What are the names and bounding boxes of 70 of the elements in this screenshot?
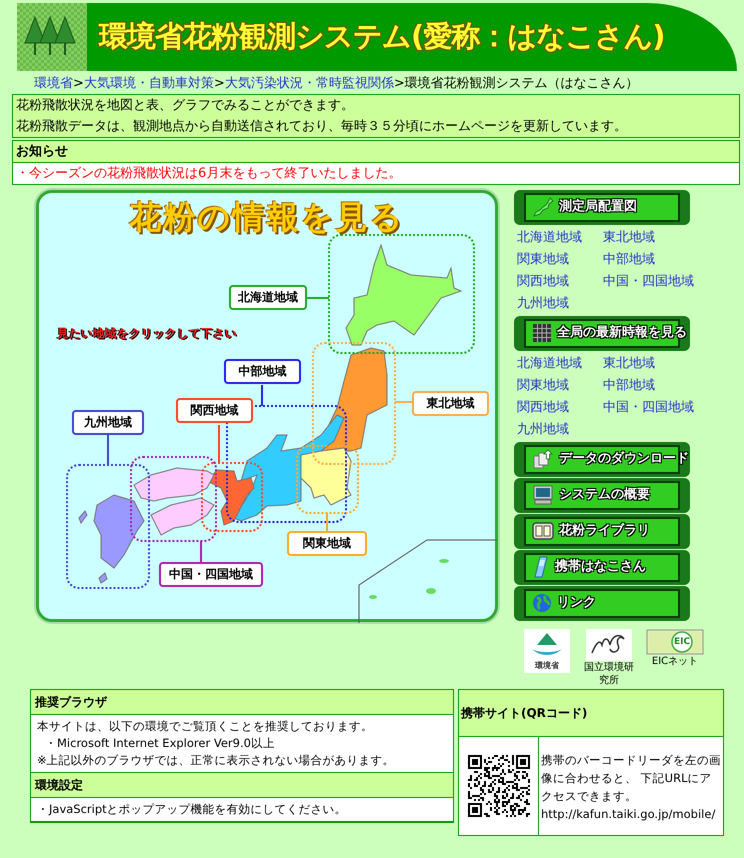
qr-code [468,754,530,816]
region-shape[interactable] [78,494,145,584]
grid-icon [532,323,552,343]
leader-line [107,434,109,464]
breadcrumb-link[interactable]: 環境省 [34,76,73,91]
region-label[interactable]: 北海道地域 [229,284,307,310]
region-shape[interactable] [300,446,352,506]
panel-text: 本サイトは、以下の環境でご覧頂くことを推奨しております。 [37,718,374,734]
intro-text: 花粉飛散データは、観測地点から自動送信されており、毎時３５分頃にホームページを更新しています。 [15,118,628,136]
mobile-site-text: 携帯のバーコードリーダを左の画像に合わせると、 下記URLにアクセスできます。 [541,752,721,804]
region-label[interactable]: 関西地域 [176,398,253,422]
breadcrumb-separator: > [394,76,405,91]
panel-text: ※上記以外のブラウザでは、正常に表示されない場合があります。 [37,752,396,768]
mobile-site-url: http://kafun.taiki.go.jp/mobile/ [541,806,716,822]
download-icon [532,449,554,469]
region-link[interactable]: 関東地域 [517,376,603,396]
region-link[interactable]: 中国・四国地域 [603,398,703,418]
notice-text: ・今シーズンの花粉飛散状況は6月末をもって終了いたしました。 [13,162,739,184]
region-link[interactable]: 中部地域 [603,250,703,270]
region-shape[interactable] [133,467,215,536]
map-instruction: 見たい地域をクリックして下さい [57,324,237,342]
logo-icon [17,3,87,71]
logo-text: EIC [674,638,690,646]
breadcrumb-link[interactable]: 大気環境・自動車対策 [84,76,214,91]
region-link[interactable]: 北海道地域 [517,354,603,374]
computer-icon [532,485,554,505]
region-link[interactable]: 関西地域 [517,272,603,292]
leader-line [307,296,329,298]
region-label[interactable]: 東北地域 [412,390,489,416]
globe-icon [532,593,552,613]
partner-caption: 国立環境研究所 [584,660,634,686]
leader-line [395,400,412,402]
intro-text: 花粉飛散状況を地図と表、グラフでみることができます。 [15,96,355,114]
leader-line [326,512,328,530]
region-link[interactable]: 九州地域 [517,420,603,440]
panel-text: ・Microsoft Internet Explorer Ver9.0以上 [44,734,276,752]
partner-logo[interactable]: 環境省 [524,628,570,672]
phone-icon [532,556,550,578]
site-title: 環境省花粉観測システム(愛称：はなこさん) [99,18,665,56]
breadcrumb-separator: > [73,76,84,91]
panel-heading: 携帯サイト(QRコード) [459,690,723,736]
leader-line [218,424,220,462]
partner-caption: EICネット [650,654,700,668]
region-link[interactable]: 東北地域 [603,228,703,248]
region-link[interactable]: 中部地域 [603,376,703,396]
map-icon [532,197,554,217]
region-link[interactable]: 東北地域 [603,354,703,374]
leader-line [200,540,202,562]
logo-text: 環境省 [534,662,560,670]
partner-logo[interactable]: EIC [646,628,704,654]
region-label[interactable]: 関東地域 [287,530,367,556]
region-link[interactable]: 関東地域 [517,250,603,270]
partner-logo[interactable] [586,628,632,660]
breadcrumb-current: 環境省花粉観測システム（はなこさん） [404,76,639,91]
region-label[interactable]: 中国・四国地域 [159,562,263,586]
region-link[interactable]: 関西地域 [517,398,603,418]
region-shape[interactable] [345,242,462,345]
region-link[interactable]: 九州地域 [517,294,603,314]
map-title: 花粉の情報を見る [128,196,406,238]
panel-text: ・JavaScriptとポップアップ機能を有効にしてください。 [37,800,348,818]
region-label[interactable]: 中部地域 [224,358,301,384]
breadcrumb-link[interactable]: 大気汚染状況・常時監視関係 [224,76,394,91]
book-icon [532,521,554,541]
panel-heading: 推奨ブラウザ [31,690,453,714]
region-label[interactable]: 九州地域 [72,410,144,434]
region-link[interactable]: 中国・四国地域 [603,272,703,292]
breadcrumb-separator: > [214,76,225,91]
leader-line [261,384,263,406]
panel-heading: 環境設定 [31,772,453,798]
region-link[interactable]: 北海道地域 [517,228,603,248]
